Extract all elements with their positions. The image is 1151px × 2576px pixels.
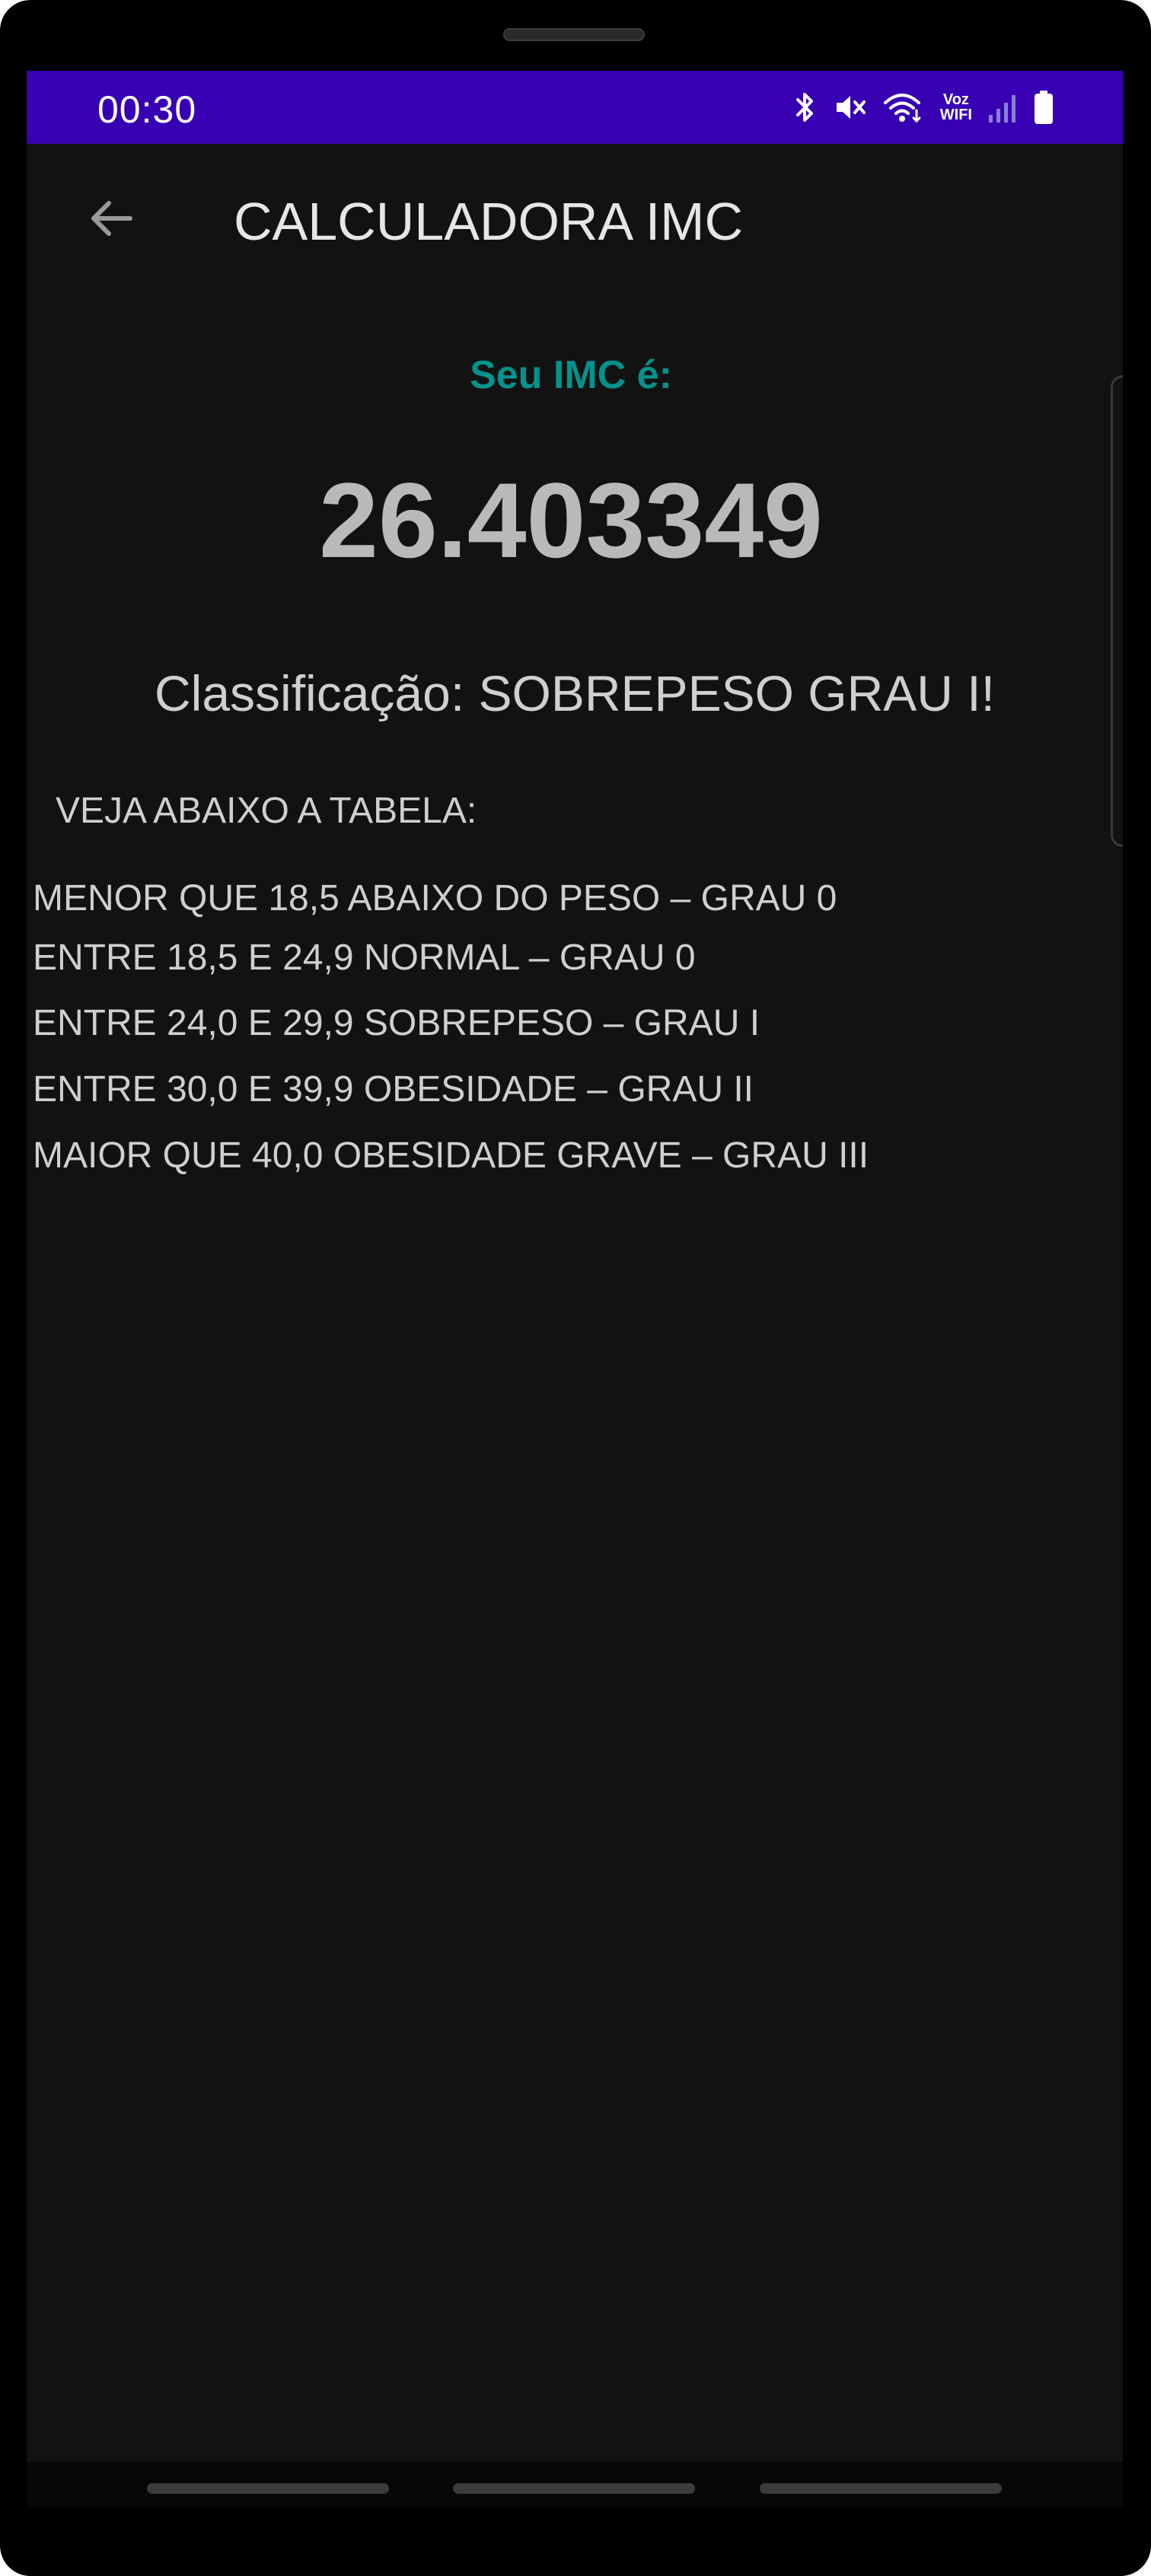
wifi-calling-icon <box>882 91 925 124</box>
wifi-label: WIFI <box>939 107 972 123</box>
table-heading: VEJA ABAIXO A TABELA: <box>56 791 477 831</box>
arrow-left-icon <box>86 194 135 247</box>
earpiece-speaker <box>503 28 645 41</box>
table-row: ENTRE 24,0 E 29,9 SOBREPESO – GRAU I <box>33 1003 760 1043</box>
app-bar: CALCULADORA IMC <box>27 144 1123 296</box>
status-bar: 00:30 Voz WIFI <box>27 71 1123 144</box>
table-row: MENOR QUE 18,5 ABAIXO DO PESO – GRAU 0 <box>33 878 837 919</box>
imc-value: 26.403349 <box>319 460 823 580</box>
navigation-bar <box>27 2462 1123 2508</box>
mute-icon <box>834 91 867 124</box>
voz-label: Voz <box>942 91 969 108</box>
nav-home-pill[interactable] <box>453 2483 695 2494</box>
signal-icon <box>987 91 1018 124</box>
imc-label: Seu IMC é: <box>470 353 672 397</box>
back-button[interactable] <box>72 182 148 258</box>
app-screen: 00:30 Voz WIFI CALCULADORA IMC Seu IMC é… <box>27 71 1123 2462</box>
status-icons: Voz WIFI <box>792 88 1054 127</box>
battery-icon <box>1033 90 1054 125</box>
nav-recents-pill[interactable] <box>760 2483 1002 2494</box>
scroll-edge-handle[interactable] <box>1111 375 1123 847</box>
app-title: CALCULADORA IMC <box>234 192 744 251</box>
table-row: MAIOR QUE 40,0 OBESIDADE GRAVE – GRAU II… <box>33 1135 869 1176</box>
table-row: ENTRE 18,5 E 24,9 NORMAL – GRAU 0 <box>33 938 696 978</box>
phone-frame: 00:30 Voz WIFI CALCULADORA IMC Seu IMC é… <box>0 0 1151 2576</box>
voz-wifi-badge: Voz WIFI <box>940 92 972 123</box>
nav-back-pill[interactable] <box>147 2483 389 2494</box>
classification-text: Classificação: SOBREPESO GRAU I! <box>155 665 995 721</box>
bluetooth-icon <box>792 91 818 124</box>
table-row: ENTRE 30,0 E 39,9 OBESIDADE – GRAU II <box>33 1069 754 1110</box>
status-time: 00:30 <box>97 88 197 131</box>
